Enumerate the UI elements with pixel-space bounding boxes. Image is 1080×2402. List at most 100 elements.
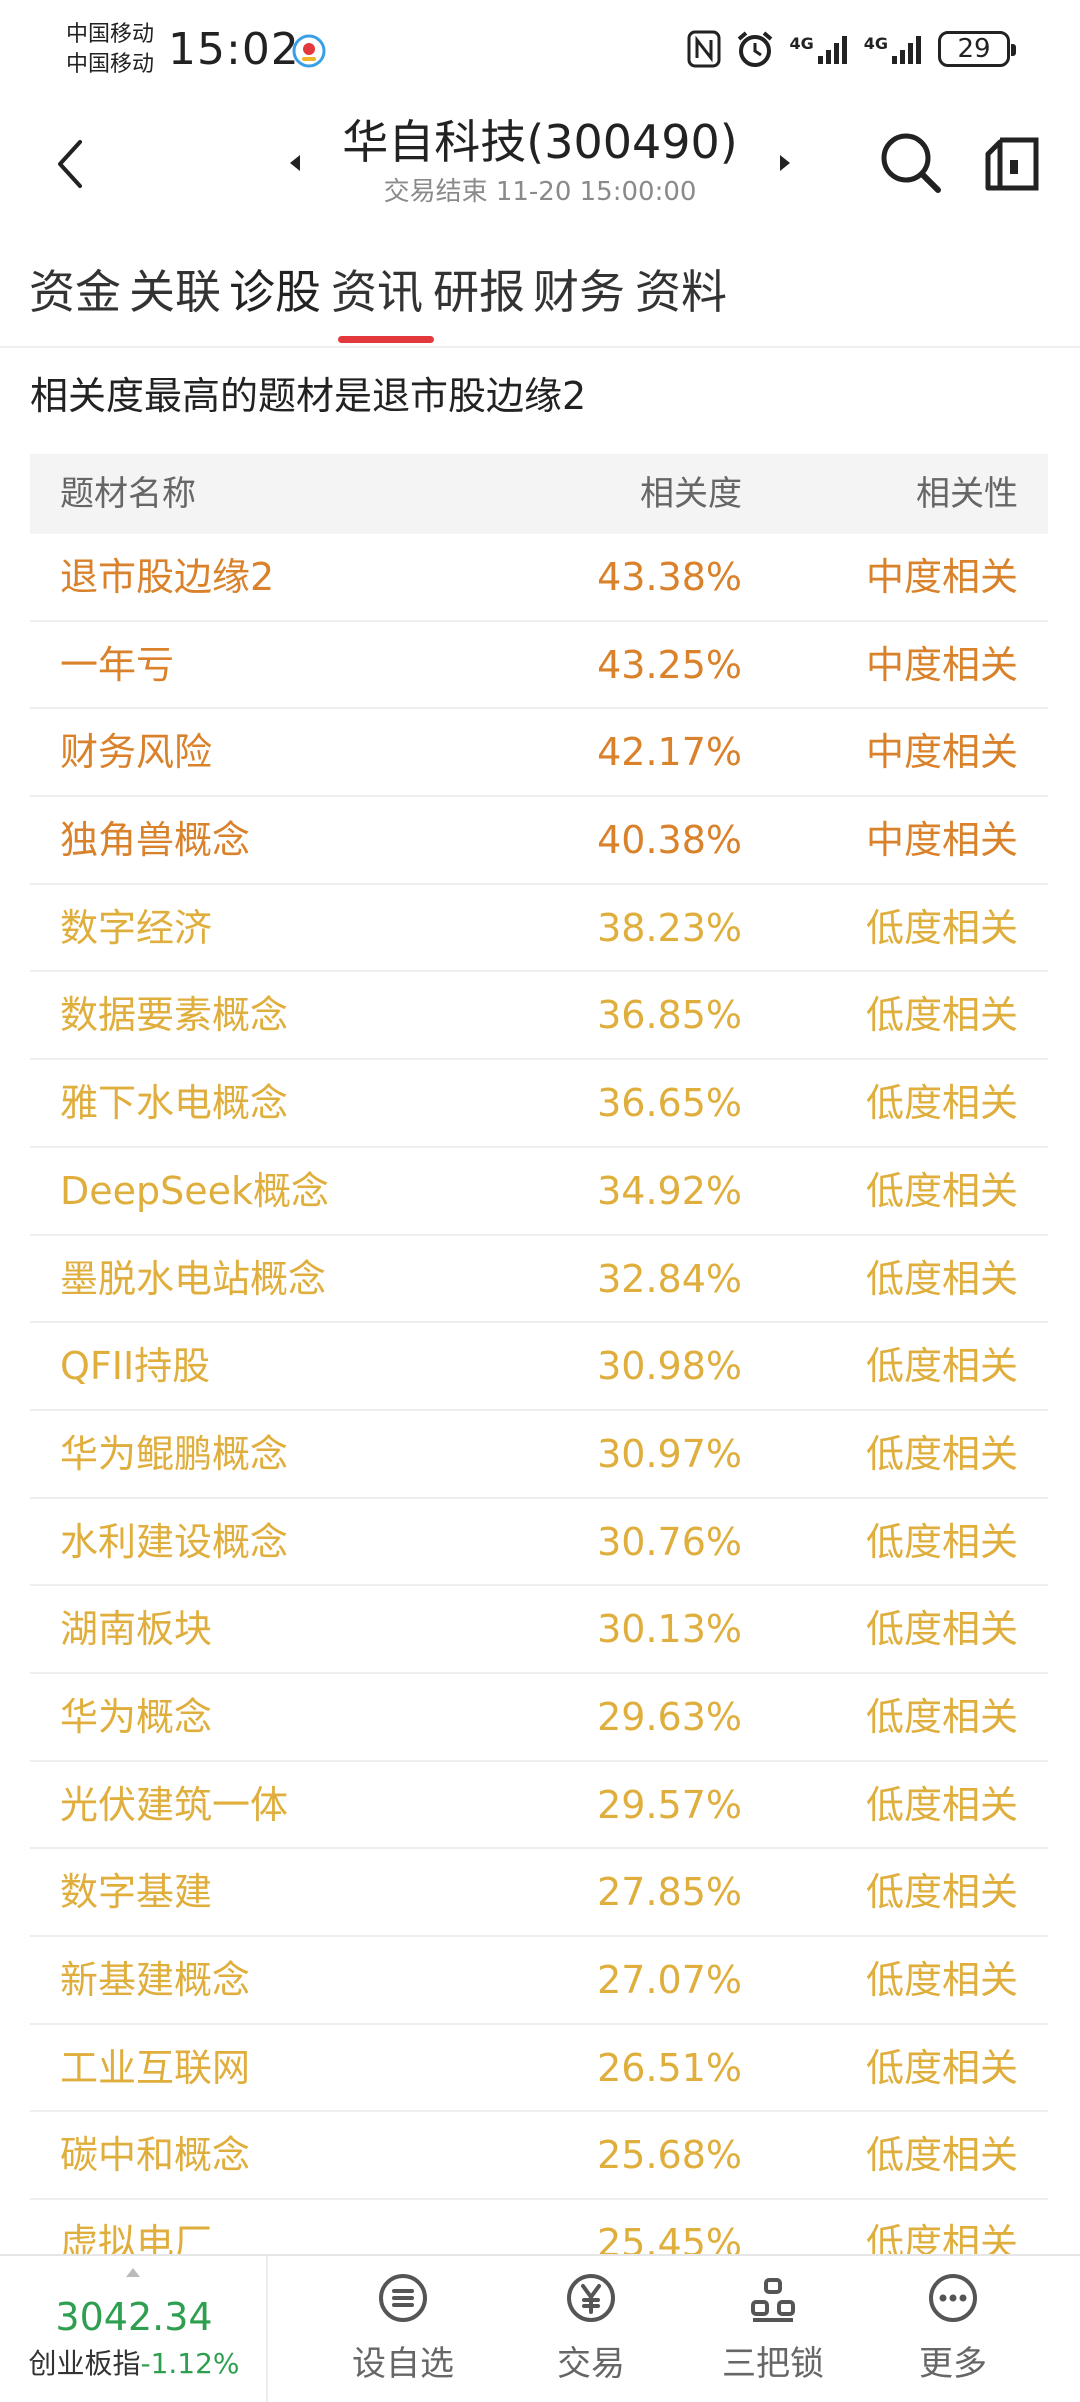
relevance-percent: 29.57% (597, 1782, 742, 1827)
relevance-level: 低度相关 (865, 1519, 1018, 1564)
concept-name: 一年亏 (60, 642, 175, 687)
relevance-percent: 30.76% (597, 1519, 742, 1564)
table-row[interactable]: DeepSeek概念 34.92% 低度相关 (30, 1148, 1048, 1236)
tab-funds[interactable]: 资金 (20, 236, 130, 348)
relevance-level: 低度相关 (865, 1081, 1018, 1126)
table-row[interactable]: 水利建设概念 30.76% 低度相关 (30, 1499, 1048, 1587)
tab-news[interactable]: 资讯 (322, 236, 432, 348)
status-icons: 4G 4G 29 (687, 26, 1016, 72)
concept-table: 题材名称 相关度 相关性 退市股边缘2 43.38% 中度相关 一年亏 43.25% 中度… (30, 454, 1048, 2288)
back-button[interactable] (44, 132, 94, 196)
table-row[interactable]: QFII持股 30.98% 低度相关 (30, 1323, 1048, 1411)
table-header: 题材名称 相关度 相关性 (30, 454, 1048, 534)
table-row[interactable]: 数字基建 27.85% 低度相关 (30, 1849, 1048, 1937)
signal-1-icon: 4G (789, 32, 849, 66)
net-label-1: 4G (789, 34, 814, 53)
app-notification-icon (292, 34, 326, 68)
tab-research[interactable]: 研报 (424, 236, 534, 348)
nav-add-watchlist[interactable]: 设自选 (318, 2256, 488, 2402)
concept-name: 湖南板块 (60, 1607, 213, 1652)
table-row[interactable]: 光伏建筑一体 29.57% 低度相关 (30, 1762, 1048, 1850)
relevance-level: 低度相关 (865, 1870, 1018, 1915)
relevance-percent: 42.17% (597, 730, 742, 775)
table-row[interactable]: 雅下水电概念 36.65% 低度相关 (30, 1060, 1048, 1148)
relevance-level: 低度相关 (865, 2045, 1018, 2090)
concept-name: 华为概念 (60, 1694, 213, 1739)
back-arrow-icon (58, 140, 82, 188)
concept-name: 工业互联网 (60, 2045, 251, 2090)
relevance-level: 低度相关 (865, 1256, 1018, 1301)
net-label-2: 4G (863, 34, 888, 53)
index-value: 3042.34 (55, 2295, 213, 2339)
relevance-percent: 38.23% (597, 905, 742, 950)
index-ticker[interactable]: 3042.34 创业板指-1.12% (0, 2256, 268, 2402)
relevance-percent: 36.65% (597, 1081, 742, 1126)
share-button[interactable] (982, 134, 1042, 194)
relevance-percent: 43.38% (597, 555, 742, 599)
relevance-percent: 27.07% (597, 1958, 742, 2002)
relevance-percent: 34.92% (597, 1168, 742, 1213)
table-row[interactable]: 新基建概念 27.07% 低度相关 (30, 1937, 1048, 2025)
table-row[interactable]: 退市股边缘2 43.38% 中度相关 (30, 534, 1048, 622)
table-row[interactable]: 华为鲲鹏概念 30.97% 低度相关 (30, 1411, 1048, 1499)
concept-name: 光伏建筑一体 (60, 1782, 289, 1827)
search-icon (881, 133, 941, 193)
nav-label: 交易 (557, 2344, 625, 2384)
more-icon (929, 2274, 977, 2322)
signal-2-icon: 4G (864, 32, 924, 66)
table-row[interactable]: 一年亏 43.25% 中度相关 (30, 622, 1048, 710)
bottom-bar: 3042.34 创业板指-1.12% 设自选 交易 三把锁 更多 (0, 2254, 1080, 2402)
table-row[interactable]: 独角兽概念 40.38% 中度相关 (30, 797, 1048, 885)
tab-related[interactable]: 关联 (120, 236, 230, 348)
table-row[interactable]: 墨脱水电站概念 32.84% 低度相关 (30, 1236, 1048, 1324)
relevance-level: 中度相关 (865, 730, 1018, 775)
relevance-level: 低度相关 (865, 2133, 1018, 2178)
relevance-level: 低度相关 (865, 1782, 1018, 1827)
relevance-level: 低度相关 (865, 1168, 1018, 1213)
yen-icon (567, 2274, 615, 2322)
carrier-1: 中国移动 (66, 22, 155, 47)
relevance-percent: 27.85% (597, 1870, 742, 1915)
locks-icon (751, 2278, 795, 2322)
table-row[interactable]: 财务风险 42.17% 中度相关 (30, 709, 1048, 798)
nav-more[interactable]: 更多 (868, 2256, 1038, 2402)
relevance-percent: 25.68% (597, 2133, 742, 2178)
relevance-percent: 36.85% (597, 993, 742, 1038)
relevance-level: 低度相关 (865, 1694, 1018, 1739)
nav-trade[interactable]: 交易 (506, 2256, 676, 2402)
relevance-percent: 32.84% (597, 1256, 742, 1301)
stock-header: 华自科技(300490) 交易结束 11-20 15:00:00 (0, 100, 1080, 230)
table-row[interactable]: 数字经济 38.23% 低度相关 (30, 885, 1048, 973)
nav-label: 更多 (919, 2344, 987, 2384)
concept-name: 碳中和概念 (60, 2133, 251, 2178)
triangle-left-icon (290, 155, 300, 171)
tab-finance[interactable]: 财务 (524, 236, 634, 348)
relevance-percent: 30.97% (597, 1431, 742, 1476)
concept-name: DeepSeek概念 (60, 1168, 330, 1213)
relevance-level: 低度相关 (865, 1431, 1018, 1476)
table-row[interactable]: 华为概念 29.63% 低度相关 (30, 1674, 1048, 1762)
nav-three-locks[interactable]: 三把锁 (688, 2256, 858, 2402)
relevance-level: 中度相关 (865, 555, 1018, 599)
table-row[interactable]: 碳中和概念 25.68% 低度相关 (30, 2112, 1048, 2201)
tab-diagnosis[interactable]: 诊股 (220, 236, 330, 348)
index-change: -1.12% (140, 2347, 240, 2380)
header-name: 题材名称 (60, 474, 196, 514)
triangle-right-icon (780, 155, 790, 171)
relevance-percent: 30.13% (597, 1607, 742, 1652)
nav-label: 三把锁 (722, 2344, 824, 2384)
tab-profile[interactable]: 资料 (626, 236, 736, 348)
table-row[interactable]: 湖南板块 30.13% 低度相关 (30, 1586, 1048, 1674)
concept-name: 数字经济 (60, 905, 213, 950)
table-row[interactable]: 数据要素概念 36.85% 低度相关 (30, 972, 1048, 1061)
next-stock-button[interactable] (772, 148, 798, 178)
search-button[interactable] (878, 130, 944, 196)
table-row[interactable]: 工业互联网 26.51% 低度相关 (30, 2025, 1048, 2113)
relevance-percent: 43.25% (597, 642, 742, 687)
relevance-level: 中度相关 (865, 642, 1018, 687)
relevance-level: 低度相关 (865, 905, 1018, 950)
summary-text: 相关度最高的题材是退市股边缘2 (30, 374, 587, 418)
previous-stock-button[interactable] (282, 148, 308, 178)
relevance-level: 低度相关 (865, 1607, 1018, 1652)
status-bar: 中国移动 中国移动 15:02 4G 4G 29 (0, 0, 1080, 100)
